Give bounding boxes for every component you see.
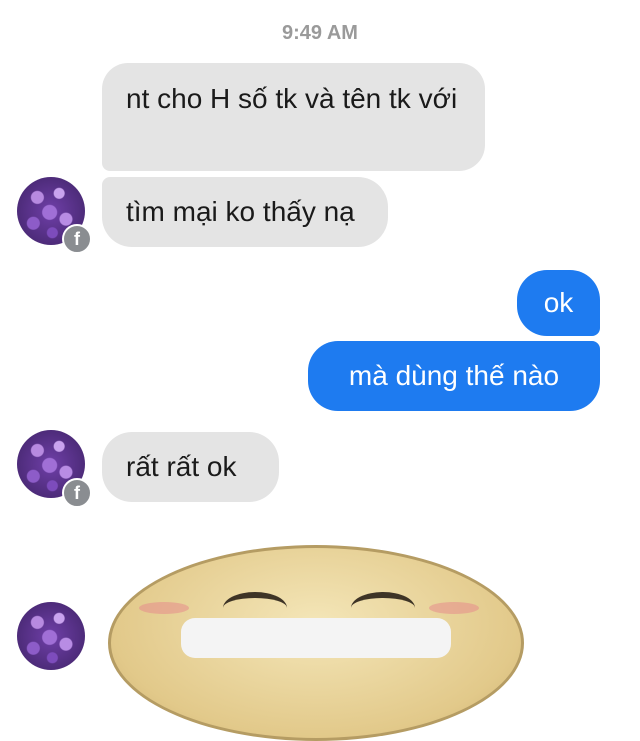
incoming-message-bubble[interactable]: tìm mại ko thấy nạ [102,177,388,247]
outgoing-message-bubble[interactable]: ok [517,270,600,336]
incoming-message-bubble[interactable]: nt cho H số tk và tên tk với [102,63,485,171]
outgoing-message-bubble[interactable]: mà dùng thế nào [308,341,600,411]
grinning-face-sticker[interactable] [108,545,524,741]
facebook-icon: f [62,224,92,254]
message-timestamp: 9:49 AM [282,22,358,44]
sticker-left-blush [139,602,189,614]
sticker-teeth [181,618,451,658]
sticker-right-blush [429,602,479,614]
contact-avatar[interactable] [17,602,85,670]
facebook-icon: f [62,478,92,508]
incoming-message-bubble[interactable]: rất rất ok [102,432,279,502]
